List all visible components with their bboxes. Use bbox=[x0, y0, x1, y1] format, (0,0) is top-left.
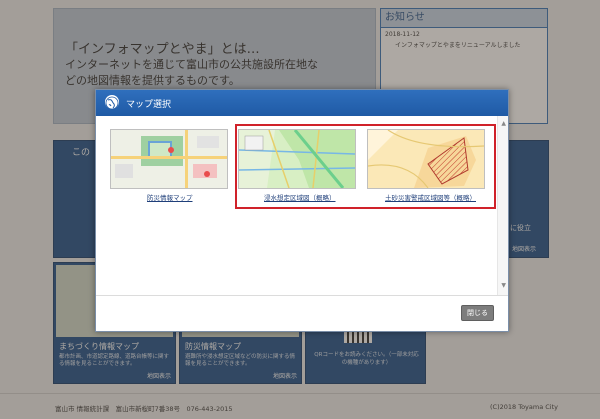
dialog-scrollbar[interactable] bbox=[497, 116, 508, 295]
scroll-down-icon[interactable]: ▼ bbox=[501, 282, 506, 289]
highlight-box bbox=[235, 124, 496, 209]
close-button[interactable]: 閉じる bbox=[461, 305, 494, 321]
dialog-footer-divider bbox=[96, 295, 508, 296]
globe-icon bbox=[105, 95, 119, 110]
dialog-title: マップ選択 bbox=[126, 100, 172, 110]
dialog-header: マップ選択 bbox=[96, 90, 508, 116]
map-select-dialog: マップ選択 ▲ ▼ 防災情報マップ 浸水想定区域図（概略） 土砂災害警戒区域図等… bbox=[95, 89, 509, 332]
map-option-bousai-thumbnail[interactable] bbox=[110, 129, 228, 189]
scroll-up-icon[interactable]: ▲ bbox=[501, 120, 506, 127]
map-option-bousai-link[interactable]: 防災情報マップ bbox=[147, 192, 193, 202]
